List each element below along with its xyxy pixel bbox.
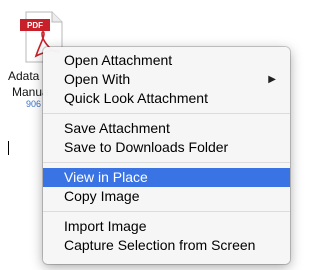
menu-item-open-with[interactable]: Open With ▶: [43, 70, 290, 89]
mail-message-canvas: PDF Adata Manua 906 Open Attachment Open…: [0, 0, 311, 270]
menu-item-import-image[interactable]: Import Image: [43, 217, 290, 236]
menu-item-label: Save to Downloads Folder: [64, 139, 229, 155]
menu-item-label: View in Place: [64, 169, 148, 185]
menu-item-label: Save Attachment: [64, 120, 170, 136]
attachment-context-menu: Open Attachment Open With ▶ Quick Look A…: [43, 47, 290, 264]
pdf-badge-text: PDF: [27, 21, 43, 30]
menu-item-label: Open With: [64, 71, 131, 87]
menu-item-capture-selection[interactable]: Capture Selection from Screen: [43, 236, 290, 255]
submenu-arrow-icon: ▶: [268, 74, 276, 85]
menu-item-label: Copy Image: [64, 188, 140, 204]
menu-item-label: Quick Look Attachment: [64, 90, 208, 106]
menu-item-label: Open Attachment: [64, 52, 173, 68]
menu-item-label: Capture Selection from Screen: [64, 237, 256, 253]
menu-item-save-to-downloads[interactable]: Save to Downloads Folder: [43, 138, 290, 157]
menu-item-quick-look-attachment[interactable]: Quick Look Attachment: [43, 89, 290, 108]
menu-separator: [43, 211, 290, 212]
menu-separator: [43, 162, 290, 163]
text-cursor: [8, 141, 9, 155]
menu-item-label: Import Image: [64, 218, 147, 234]
menu-item-open-attachment[interactable]: Open Attachment: [43, 51, 290, 70]
menu-item-copy-image[interactable]: Copy Image: [43, 187, 290, 206]
menu-separator: [43, 113, 290, 114]
attachment-size: 906: [26, 99, 42, 109]
menu-item-view-in-place[interactable]: View in Place: [43, 168, 290, 187]
menu-item-save-attachment[interactable]: Save Attachment: [43, 119, 290, 138]
